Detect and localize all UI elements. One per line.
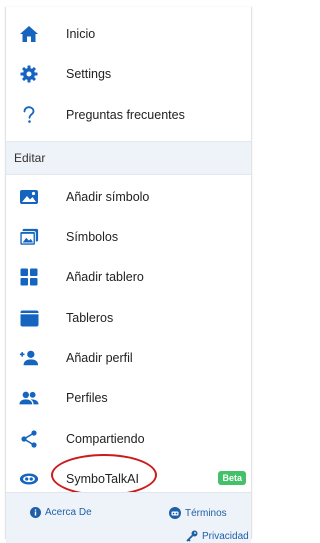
terms-icon (169, 507, 181, 519)
menu-item-label: Añadir símbolo (66, 190, 150, 204)
privacy-link[interactable]: Privacidad (186, 530, 249, 542)
info-icon (30, 507, 41, 518)
terms-link-label: Términos (185, 507, 227, 519)
menu-item-label: Añadir perfil (66, 351, 133, 365)
menu-item-label: Compartiendo (66, 432, 145, 446)
menu-item-settings[interactable]: Settings (6, 54, 251, 94)
grid-icon (19, 267, 39, 287)
about-link-label: Acerca De (45, 507, 92, 518)
menu-item-label: Settings (66, 67, 112, 81)
menu-item-add-symbol[interactable]: Añadir símbolo (6, 177, 251, 217)
menu-item-label: Inicio (66, 27, 96, 41)
privacy-link-label: Privacidad (202, 530, 249, 542)
highlight-annotation (51, 454, 157, 496)
section-title: Editar (14, 151, 46, 165)
navigation-drawer: Inicio Settings Preguntas frecuentes Edi… (5, 7, 252, 543)
menu-item-label: Añadir tablero (66, 270, 144, 284)
menu-item-symbols[interactable]: Símbolos (6, 217, 251, 257)
add-person-icon (19, 348, 39, 368)
people-icon (19, 388, 39, 408)
menu-item-label: Perfiles (66, 391, 108, 405)
add-image-icon (19, 187, 39, 207)
question-icon (19, 105, 39, 125)
key-icon (186, 530, 198, 542)
about-link[interactable]: Acerca De (30, 507, 92, 518)
menu-item-inicio[interactable]: Inicio (6, 14, 251, 54)
menu-item-add-profile[interactable]: Añadir perfil (6, 338, 251, 378)
menu-item-sharing[interactable]: Compartiendo (6, 419, 251, 459)
menu-item-label: Preguntas frecuentes (66, 108, 185, 122)
terms-link[interactable]: Términos (169, 507, 227, 519)
beta-badge: Beta (218, 471, 246, 485)
drawer-footer: Acerca De Términos Privacidad (6, 492, 251, 543)
menu-item-boards[interactable]: Tableros (6, 298, 251, 338)
share-icon (19, 429, 39, 449)
menu-item-add-board[interactable]: Añadir tablero (6, 257, 251, 297)
menu-item-label: Símbolos (66, 230, 119, 244)
menu-item-profiles[interactable]: Perfiles (6, 378, 251, 418)
menu-item-label: Tableros (66, 311, 114, 325)
board-icon (19, 308, 39, 328)
gear-icon (19, 64, 39, 84)
section-header-editar: Editar (6, 141, 251, 175)
ai-icon (19, 469, 39, 489)
home-icon (19, 24, 39, 44)
images-icon (19, 227, 39, 247)
menu-item-faq[interactable]: Preguntas frecuentes (6, 95, 251, 135)
